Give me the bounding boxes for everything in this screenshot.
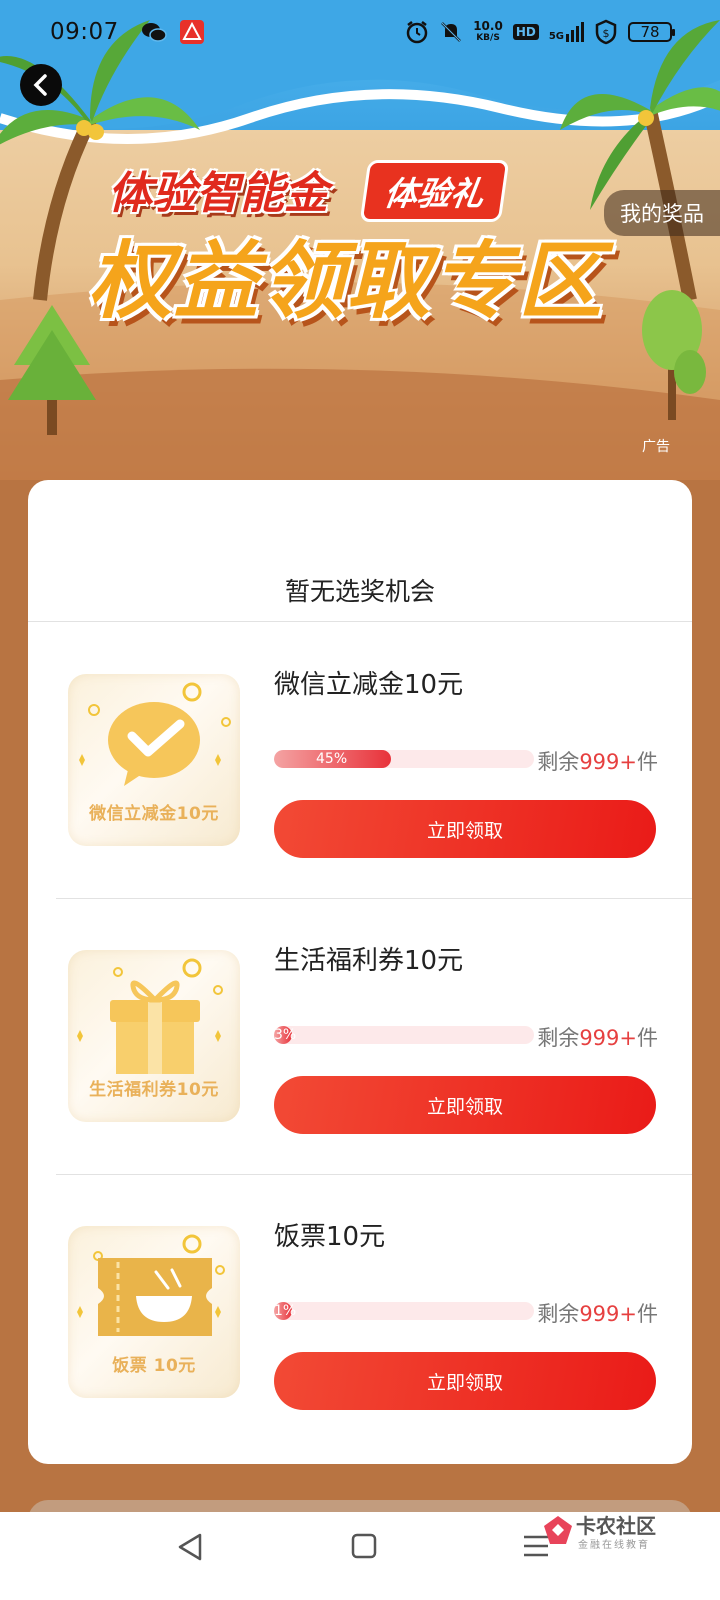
claim-button[interactable]: 立即领取 <box>274 800 656 858</box>
watermark-logo-icon <box>544 1516 572 1544</box>
alarm-icon <box>406 21 428 44</box>
hd-badge: HD <box>512 24 539 40</box>
claim-button[interactable]: 立即领取 <box>274 1352 656 1410</box>
progress-bar: 3% <box>274 1026 534 1044</box>
progress-bar: 45% <box>274 750 534 768</box>
thumbnail-label: 饭票 10元 <box>112 1356 196 1376</box>
banner-title: 权益领取专区 <box>88 232 605 330</box>
no-chance-text: 暂无选奖机会 <box>284 577 435 606</box>
progress-label: 45% <box>316 751 348 767</box>
claim-button[interactable]: 立即领取 <box>274 1076 656 1134</box>
signal-icon: 5G <box>549 22 584 42</box>
nav-back-icon[interactable] <box>176 1532 204 1562</box>
app-notification-icon <box>179 20 204 44</box>
nav-home-icon[interactable] <box>351 1532 377 1560</box>
ad-label: 广告 <box>642 439 670 455</box>
prize-thumbnail: 微信立减金10元 <box>68 674 240 846</box>
prize-name: 微信立减金10元 <box>274 670 464 700</box>
remaining-count: 剩余999+件 <box>537 1026 658 1050</box>
banner-badge: 体验礼 <box>359 160 510 222</box>
progress-label: 3% <box>274 1027 297 1043</box>
wechat-notification-icon <box>141 23 167 42</box>
prize-item-life-coupon: 生活福利券10元 生活福利券10元 3% 剩余999+件 立即领取 <box>28 898 692 1174</box>
banner-subtitle: 体验智能金 <box>108 168 328 219</box>
watermark: 卡农社区 金融在线教育 <box>540 1510 700 1551</box>
prize-thumbnail: 生活福利券10元 <box>68 950 240 1122</box>
promo-banner: 09:07 10.0 KB/S HD 5G $ 78 体验智能金 体验礼 权益领… <box>0 0 720 480</box>
chevron-left-icon <box>33 74 47 96</box>
remaining-count: 剩余999+件 <box>537 1302 658 1326</box>
prize-item-meal-ticket: 饭票 10元 饭票10元 1% 剩余999+件 立即领取 <box>28 1174 692 1450</box>
thumbnail-label: 生活福利券10元 <box>89 1080 219 1100</box>
status-bar: 09:07 10.0 KB/S HD 5G $ 78 <box>0 0 720 64</box>
my-prizes-button[interactable]: 我的奖品 <box>604 190 720 236</box>
battery-indicator: 78 <box>628 22 675 42</box>
status-time: 09:07 <box>50 19 119 45</box>
mute-icon <box>441 22 462 42</box>
progress-label: 1% <box>274 1303 297 1319</box>
back-button[interactable] <box>20 64 62 106</box>
network-speed: 10.0 KB/S <box>473 19 503 43</box>
security-shield-icon: $ <box>595 19 617 45</box>
progress-bar: 1% <box>274 1302 534 1320</box>
remaining-count: 剩余999+件 <box>537 750 658 774</box>
prize-item-wechat: 微信立减金10元 微信立减金10元 45% 剩余999+件 立即领取 <box>28 622 692 898</box>
watermark-title: 卡农社区 <box>576 1514 656 1538</box>
prize-thumbnail: 饭票 10元 <box>68 1226 240 1398</box>
thumbnail-label: 微信立减金10元 <box>89 804 219 824</box>
prize-name: 饭票10元 <box>274 1222 386 1252</box>
prize-name: 生活福利券10元 <box>274 946 464 976</box>
svg-text:$: $ <box>603 27 610 40</box>
watermark-subtitle: 金融在线教育 <box>578 1540 650 1551</box>
prize-card: 暂无选奖机会 微信立减金10元 微信立减金10元 45% 剩余999+件 立即领… <box>28 480 692 1464</box>
